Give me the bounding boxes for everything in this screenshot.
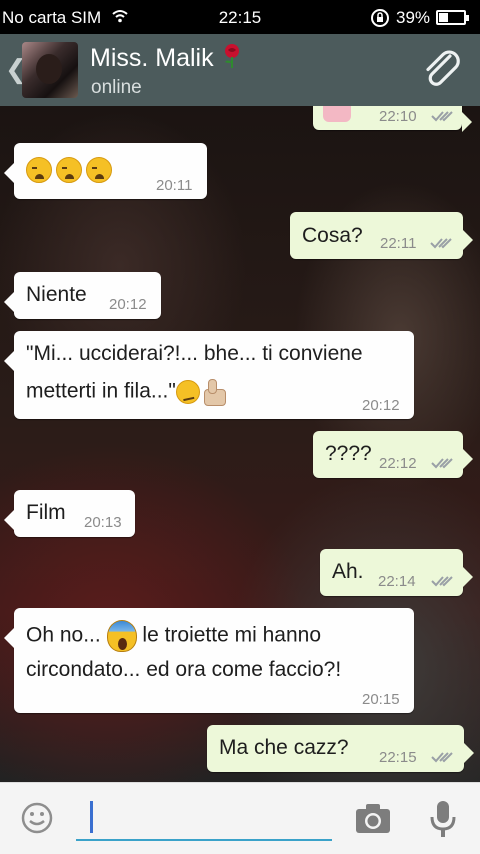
message-outgoing[interactable]: 22:10 xyxy=(313,106,472,132)
screaming-face-emoji-icon xyxy=(106,620,137,652)
chat-header: ❮ Miss. Malik online xyxy=(0,34,480,106)
message-time: 20:12 xyxy=(109,296,147,313)
thumbs-up-emoji-icon xyxy=(200,379,228,406)
message-time: 22:14 xyxy=(378,573,416,590)
message-text-line-2: circondato... ed ora come faccio?! xyxy=(26,658,342,681)
message-text: ???? xyxy=(325,442,372,465)
message-time: 20:12 xyxy=(362,397,400,414)
paperclip-icon[interactable] xyxy=(420,48,466,94)
contact-name[interactable]: Miss. Malik xyxy=(90,43,243,73)
microphone-icon[interactable] xyxy=(428,799,458,839)
camera-icon[interactable] xyxy=(354,801,392,835)
message-time: 22:15 xyxy=(379,749,417,766)
message-text-line-1: "Mi... ucciderai?!... bhe... ti conviene xyxy=(26,342,363,365)
battery-icon xyxy=(436,10,469,25)
message-text: Niente xyxy=(26,283,87,306)
message-incoming[interactable]: Oh no... le troiette mi hanno circondato… xyxy=(4,608,414,713)
double-check-icon xyxy=(431,576,453,587)
message-text-line-2-text: metterti in fila..." xyxy=(26,379,176,403)
rose-icon xyxy=(224,44,239,68)
message-text: Ah. xyxy=(332,560,364,583)
message-time: 22:11 xyxy=(380,235,417,252)
double-check-icon xyxy=(431,752,453,763)
contact-avatar[interactable] xyxy=(22,42,78,98)
weary-face-icon xyxy=(26,157,52,183)
message-text: Cosa? xyxy=(302,224,363,247)
contact-status: online xyxy=(91,77,142,98)
double-check-icon xyxy=(431,111,453,122)
message-time: 20:11 xyxy=(156,177,193,194)
message-text-line-1a: Oh no... xyxy=(26,623,101,647)
rotation-lock-icon xyxy=(371,9,389,27)
girl-emoji-icon xyxy=(323,106,351,122)
message-incoming[interactable]: Niente 20:12 xyxy=(4,272,161,319)
message-outgoing[interactable]: Cosa? 22:11 xyxy=(290,212,473,259)
message-text: Ma che cazz? xyxy=(219,736,349,759)
status-bar: No carta SIM 22:15 39% xyxy=(0,0,480,34)
message-time: 22:12 xyxy=(379,455,417,472)
message-text: Film xyxy=(26,501,66,524)
message-time: 20:15 xyxy=(362,691,400,708)
message-emoji-row xyxy=(26,157,116,183)
battery-percent: 39% xyxy=(396,8,431,27)
message-incoming[interactable]: "Mi... ucciderai?!... bhe... ti conviene… xyxy=(4,331,414,419)
message-text-line-2: metterti in fila..." xyxy=(26,379,228,406)
double-check-icon xyxy=(430,238,452,249)
chat-background[interactable]: 22:10 20:11 Cosa? 22:11 Niente 20:12 "Mi… xyxy=(0,106,480,782)
message-outgoing[interactable]: Ah. 22:14 xyxy=(320,549,473,596)
message-text-line-1: Oh no... le troiette mi hanno xyxy=(26,620,321,652)
message-outgoing[interactable]: ???? 22:12 xyxy=(313,431,473,478)
message-time: 22:10 xyxy=(379,108,417,125)
message-incoming[interactable]: Film 20:13 xyxy=(4,490,135,537)
smirk-emoji-icon xyxy=(175,380,200,404)
message-input[interactable] xyxy=(76,797,332,841)
message-outgoing[interactable]: Ma che cazz? 22:15 xyxy=(207,725,474,772)
message-text-line-1b: le troiette mi hanno xyxy=(142,623,322,647)
weary-face-icon xyxy=(86,157,112,183)
message-time: 20:13 xyxy=(84,514,122,531)
text-cursor xyxy=(90,801,93,833)
weary-face-icon xyxy=(56,157,82,183)
message-input-bar xyxy=(0,782,480,854)
contact-name-text: Miss. Malik xyxy=(90,44,214,72)
smiley-icon[interactable] xyxy=(20,801,54,835)
double-check-icon xyxy=(431,458,453,469)
message-incoming[interactable]: 20:11 xyxy=(4,143,207,199)
